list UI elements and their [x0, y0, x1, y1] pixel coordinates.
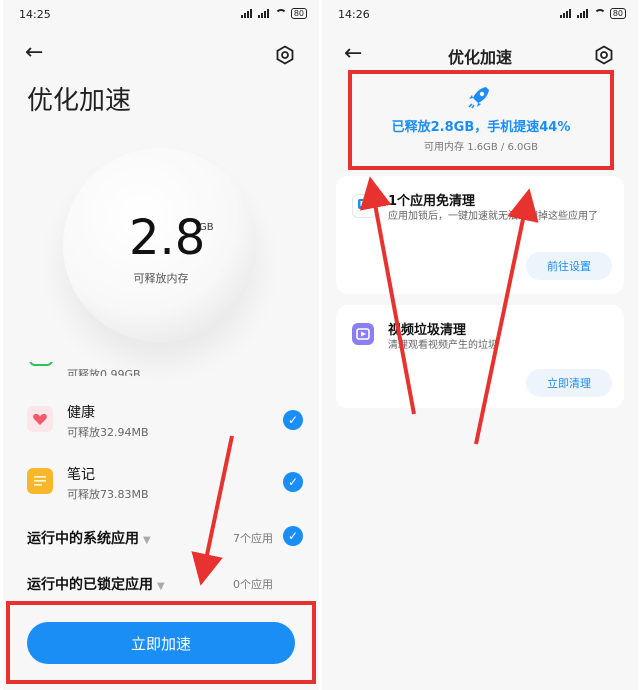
section-count: 0个应用 — [233, 578, 273, 591]
section-title-wrap: 运行中的已锁定应用 ▼ — [27, 574, 165, 594]
page-title: 优化加速 — [447, 48, 512, 67]
memory-value: 2.8 — [129, 210, 206, 266]
card-description: 清理观看视频产生的垃圾 — [388, 340, 498, 351]
video-clean-icon — [352, 323, 374, 345]
section-title: 运行中的已锁定应用 — [27, 577, 153, 593]
app-size: 可释放32.94MB — [67, 426, 149, 439]
card-title: 视频垃圾清理 — [388, 323, 467, 338]
app-size: 可释放73.83MB — [67, 488, 149, 501]
signal-icon — [240, 9, 254, 18]
app-name: 笔记 — [67, 467, 95, 483]
list-item[interactable]: 健康 可释放32.94MB ✓ — [27, 400, 303, 440]
status-icons: 80 — [559, 8, 626, 19]
signal-icon — [576, 9, 590, 18]
expand-triangle-icon[interactable]: ▼ — [157, 581, 165, 592]
section-title-wrap: 运行中的系统应用 ▼ — [27, 528, 151, 548]
list-item[interactable]: 笔记 可释放73.83MB ✓ — [27, 462, 303, 502]
wifi-icon — [593, 9, 606, 18]
status-icons: 80 — [240, 8, 307, 19]
section-count: 7个应用 — [233, 532, 273, 545]
left-screen: 14:25 80 ← 优化加速 2.8 GB 可释放内存 可释放0.99GB 健… — [3, 0, 319, 690]
annotation-box-result — [348, 70, 614, 170]
memory-unit: GB — [199, 222, 214, 233]
memory-label: 可释放内存 — [133, 272, 189, 285]
partial-app-icon — [29, 362, 53, 366]
status-bar: 14:25 80 — [19, 8, 307, 24]
partial-app-sub: 可释放0.99GB — [67, 368, 141, 376]
settings-icon[interactable] — [594, 45, 614, 65]
section-title: 运行中的系统应用 — [27, 531, 139, 547]
whitelist-card: 1个应用免清理 应用加锁后，一键加速就无法清理掉这些应用了 前往设置 — [336, 176, 624, 294]
signal-icon — [257, 9, 271, 18]
status-time: 14:26 — [338, 8, 370, 21]
clean-now-button[interactable]: 立即清理 — [526, 369, 612, 397]
battery-icon: 80 — [609, 8, 626, 19]
video-clean-card: 视频垃圾清理 清理观看视频产生的垃圾 立即清理 — [336, 305, 624, 408]
annotation-box-button — [6, 601, 316, 684]
go-settings-button[interactable]: 前往设置 — [526, 252, 612, 280]
battery-icon: 80 — [290, 8, 307, 19]
page-title: 优化加速 — [27, 86, 132, 116]
card-title: 1个应用免清理 — [388, 194, 476, 209]
app-name: 健康 — [67, 405, 95, 421]
lock-app-icon — [352, 194, 376, 218]
signal-icon — [559, 9, 573, 18]
section-system-apps[interactable]: 运行中的系统应用 ▼ 7个应用 ✓ — [27, 526, 303, 552]
wifi-icon — [274, 9, 287, 18]
status-bar: 14:26 80 — [338, 8, 626, 24]
expand-triangle-icon[interactable]: ▼ — [143, 535, 151, 546]
status-time: 14:25 — [19, 8, 51, 21]
checkbox-checked[interactable]: ✓ — [283, 526, 303, 546]
card-description: 应用加锁后，一键加速就无法清理掉这些应用了 — [388, 211, 598, 222]
section-locked-apps[interactable]: 运行中的已锁定应用 ▼ 0个应用 — [27, 574, 303, 598]
checkbox-checked[interactable]: ✓ — [283, 410, 303, 430]
settings-icon[interactable] — [275, 45, 295, 65]
back-arrow-icon[interactable]: ← — [25, 42, 43, 64]
checkbox-checked[interactable]: ✓ — [283, 472, 303, 492]
note-icon — [27, 468, 53, 494]
heart-icon — [27, 406, 53, 432]
